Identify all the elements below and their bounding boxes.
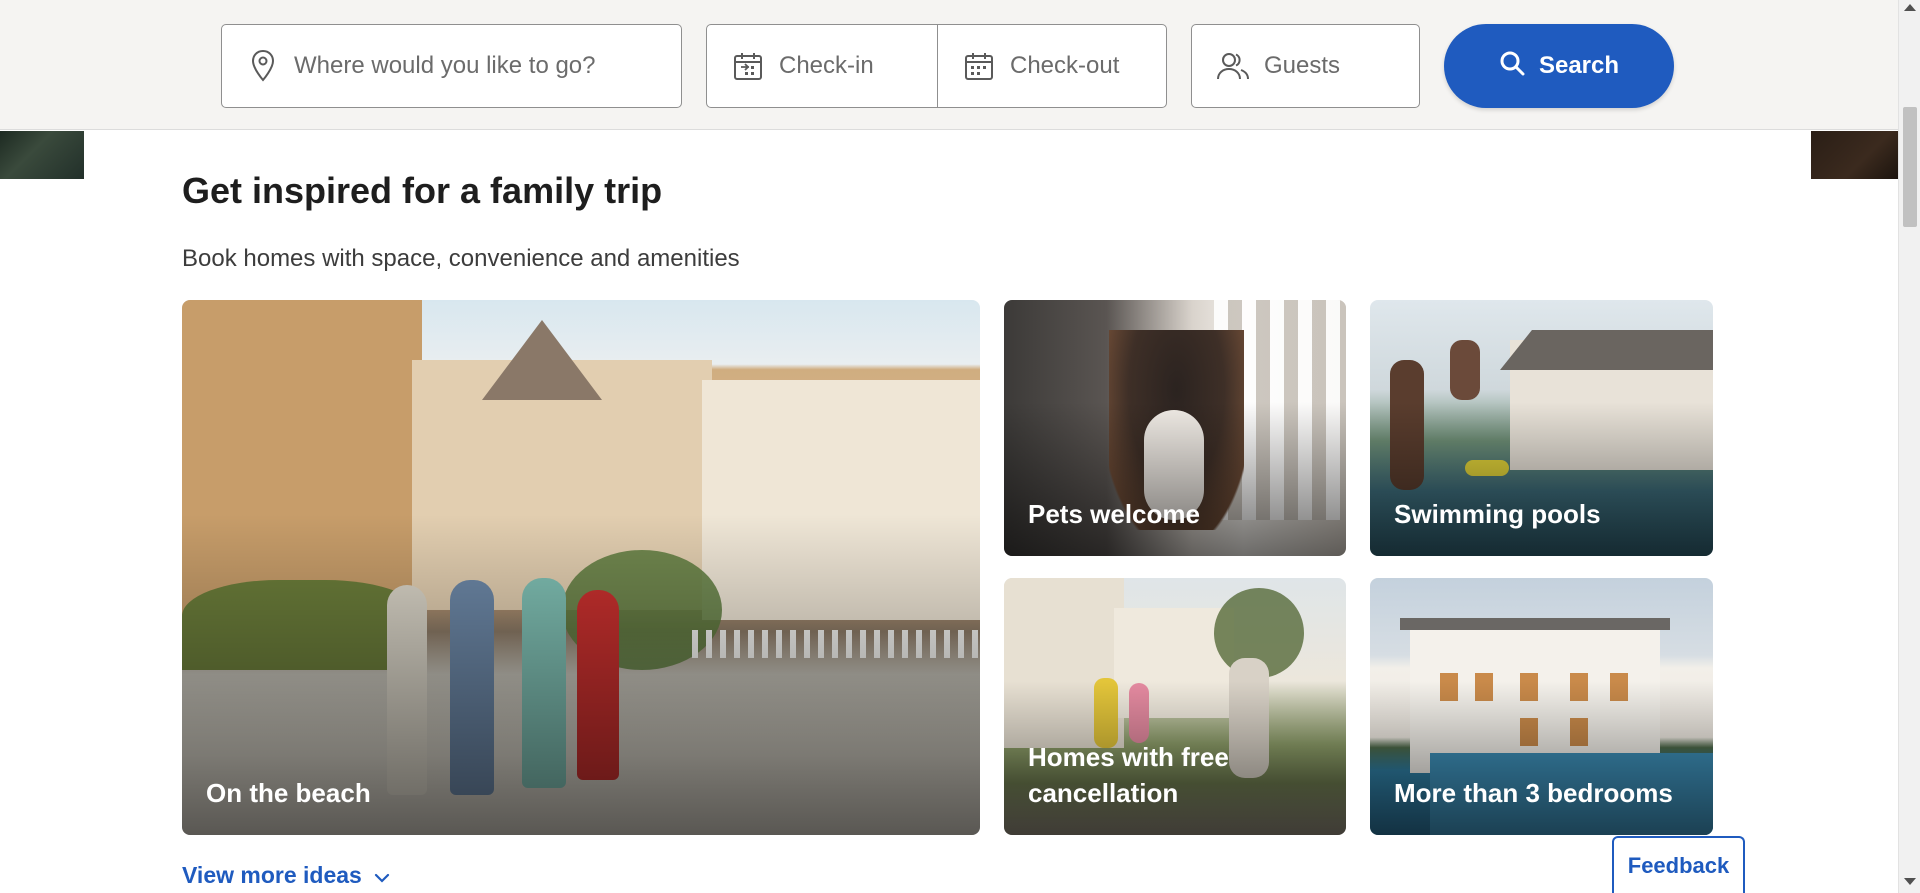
guests-placeholder: Guests	[1264, 52, 1341, 79]
destination-field[interactable]: Where would you like to go?	[221, 24, 682, 108]
scrollbar-thumb[interactable]	[1903, 107, 1917, 227]
card-pets-welcome[interactable]: Pets welcome	[1004, 300, 1346, 556]
calendar-out-icon	[962, 49, 996, 83]
hero-image-edge-left	[0, 131, 84, 179]
guests-field[interactable]: Guests	[1191, 24, 1420, 108]
scroll-down-arrow-icon[interactable]	[1904, 878, 1916, 885]
checkin-placeholder: Check-in	[779, 52, 874, 79]
hero-image-edge-right	[1811, 131, 1898, 179]
card-label: On the beach	[206, 778, 371, 808]
section-title: Get inspired for a family trip	[182, 170, 663, 211]
destination-placeholder: Where would you like to go?	[294, 52, 596, 79]
card-label: More than 3 bedrooms	[1394, 778, 1673, 808]
card-more-than-3-bedrooms[interactable]: More than 3 bedrooms	[1370, 578, 1713, 835]
view-more-ideas-link[interactable]: View more ideas	[182, 862, 390, 889]
checkout-field[interactable]: Check-out	[937, 24, 1167, 108]
calendar-in-icon	[731, 49, 765, 83]
section-subtitle: Book homes with space, convenience and a…	[182, 245, 740, 272]
feedback-label: Feedback	[1627, 852, 1730, 878]
users-icon	[1216, 49, 1250, 83]
view-more-label: View more ideas	[182, 862, 362, 888]
checkout-placeholder: Check-out	[1010, 52, 1120, 79]
search-icon	[1499, 50, 1525, 83]
feedback-button[interactable]: Feedback	[1612, 836, 1745, 893]
scroll-up-arrow-icon[interactable]	[1904, 4, 1916, 11]
search-button[interactable]: Search	[1444, 24, 1674, 108]
search-button-label: Search	[1538, 52, 1620, 79]
card-free-cancellation[interactable]: Homes with free cancellation	[1004, 578, 1346, 835]
chevron-down-icon	[374, 862, 390, 889]
checkin-field[interactable]: Check-in	[706, 24, 938, 108]
card-label: Swimming pools	[1394, 499, 1601, 529]
card-swimming-pools[interactable]: Swimming pools	[1370, 300, 1713, 556]
search-bar: Where would you like to go? Check-in Che…	[0, 0, 1898, 130]
card-label: Pets welcome	[1028, 499, 1200, 529]
map-pin-icon	[246, 49, 280, 83]
scrollbar[interactable]	[1898, 0, 1920, 893]
card-on-the-beach[interactable]: On the beach	[182, 300, 980, 835]
card-label: Homes with free cancellation	[1028, 742, 1229, 808]
